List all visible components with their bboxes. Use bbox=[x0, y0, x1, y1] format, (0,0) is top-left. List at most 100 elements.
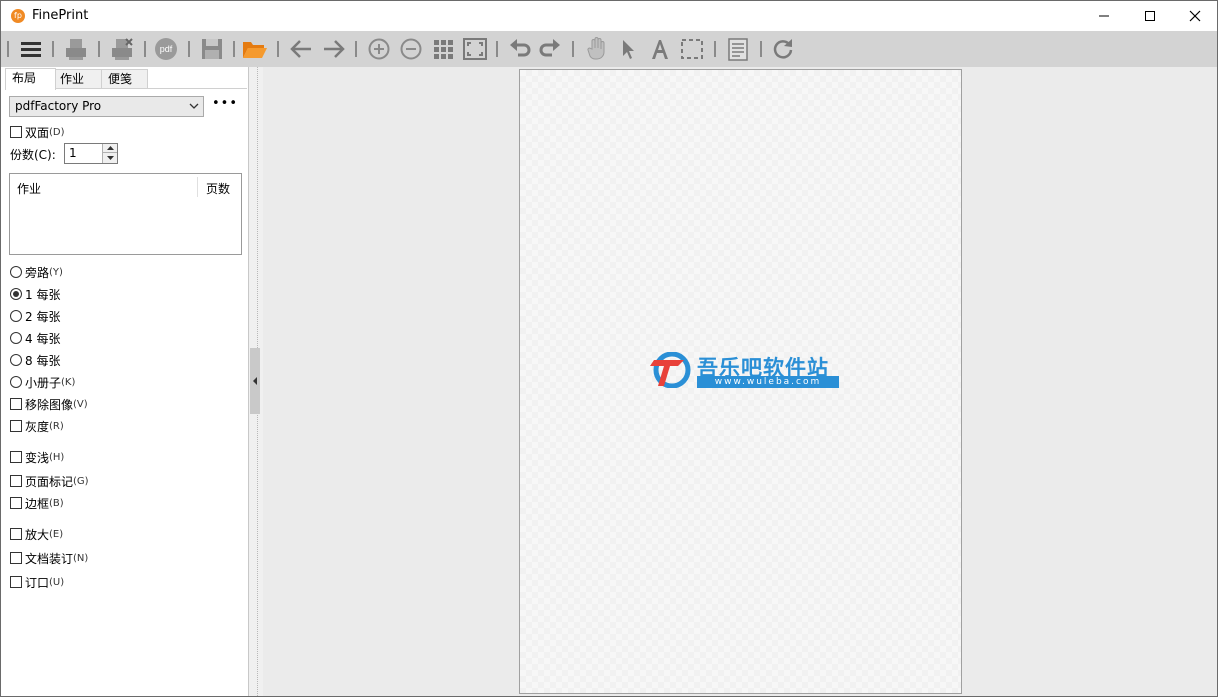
copies-value[interactable]: 1 bbox=[69, 146, 77, 160]
duplex-checkbox[interactable]: 双面 (D) bbox=[10, 124, 65, 140]
printer-more-button[interactable]: ••• bbox=[212, 97, 237, 115]
menu-button[interactable] bbox=[17, 35, 45, 63]
radio-2-up-dot[interactable] bbox=[10, 310, 22, 322]
checkbox-lighten-box[interactable] bbox=[10, 451, 22, 463]
radio-8-up-dot[interactable] bbox=[10, 354, 22, 366]
select-rect-button[interactable] bbox=[678, 35, 706, 63]
job-list-header-job[interactable]: 作业 bbox=[17, 180, 41, 197]
preview-area[interactable]: 吾乐吧软件站 www.wuleba.com bbox=[263, 67, 1217, 696]
open-button[interactable] bbox=[241, 35, 269, 63]
checkbox-remove-images[interactable]: 移除图像 (V) bbox=[10, 396, 88, 412]
radio-4-up-dot[interactable] bbox=[10, 332, 22, 344]
toolbar: pdf bbox=[1, 31, 1217, 67]
close-button[interactable] bbox=[1172, 1, 1218, 31]
checkbox-enlarge-shortcut: (E) bbox=[49, 528, 64, 540]
checkbox-borders-box[interactable] bbox=[10, 497, 22, 509]
checkbox-enlarge[interactable]: 放大 (E) bbox=[10, 526, 63, 542]
checkbox-page-marks-box[interactable] bbox=[10, 475, 22, 487]
letterhead-button[interactable] bbox=[724, 35, 752, 63]
print-button[interactable] bbox=[62, 35, 90, 63]
copies-increment-button[interactable] bbox=[102, 144, 117, 153]
checkbox-remove-images-box[interactable] bbox=[10, 398, 22, 410]
save-button[interactable] bbox=[198, 35, 226, 63]
checkbox-binding[interactable]: 文档装订 (N) bbox=[10, 550, 88, 566]
hand-tool-button[interactable] bbox=[583, 35, 611, 63]
checkbox-binding-box[interactable] bbox=[10, 552, 22, 564]
previous-page-button[interactable] bbox=[287, 35, 315, 63]
job-list[interactable]: 作业 页数 bbox=[9, 173, 242, 255]
radio-4-up[interactable]: 4 每张 bbox=[10, 330, 60, 346]
thumbnails-icon bbox=[434, 40, 453, 59]
checkbox-grayscale[interactable]: 灰度 (R) bbox=[10, 418, 64, 434]
fit-page-button[interactable] bbox=[461, 35, 489, 63]
radio-1-up[interactable]: 1 每张 bbox=[10, 286, 60, 302]
watermark-logo-icon bbox=[650, 352, 691, 388]
toolbar-separator bbox=[144, 41, 146, 57]
toolbar-separator bbox=[496, 41, 498, 57]
job-list-header-pages[interactable]: 页数 bbox=[206, 180, 230, 197]
toolbar-separator bbox=[714, 41, 716, 57]
toolbar-separator bbox=[188, 41, 190, 57]
checkbox-gutter[interactable]: 订口 (U) bbox=[10, 574, 64, 590]
close-icon bbox=[1189, 10, 1201, 22]
copies-stepper[interactable]: 1 bbox=[64, 143, 118, 164]
undo-button[interactable] bbox=[506, 35, 534, 63]
checkbox-gutter-label: 订口 bbox=[25, 575, 50, 590]
next-page-button[interactable] bbox=[320, 35, 348, 63]
checkbox-lighten[interactable]: 变浅 (H) bbox=[10, 449, 64, 465]
checkbox-remove-images-label: 移除图像 bbox=[25, 397, 74, 412]
duplex-shortcut: (D) bbox=[49, 126, 65, 138]
text-tool-button[interactable] bbox=[646, 35, 674, 63]
refresh-button[interactable] bbox=[769, 35, 797, 63]
tab-notes[interactable]: 便笺 bbox=[101, 69, 148, 89]
select-tool-button[interactable] bbox=[614, 35, 642, 63]
watermark-url: www.wuleba.com bbox=[697, 376, 839, 388]
fineprint-window: fp FinePrint pdf 布局 作业 便笺 pdfFactory Pro… bbox=[0, 0, 1218, 697]
pdf-button[interactable]: pdf bbox=[152, 35, 180, 63]
thumbnails-button[interactable] bbox=[429, 35, 457, 63]
radio-4-up-label: 4 每张 bbox=[25, 331, 61, 346]
checkbox-enlarge-box[interactable] bbox=[10, 528, 22, 540]
collapse-left-icon bbox=[253, 377, 257, 385]
radio-1-up-label: 1 每张 bbox=[25, 287, 61, 302]
radio-bypass-shortcut: (Y) bbox=[49, 266, 63, 278]
menu-icon bbox=[21, 42, 41, 57]
checkbox-grayscale-label: 灰度 bbox=[25, 419, 50, 434]
duplex-checkbox-box[interactable] bbox=[10, 126, 22, 138]
checkbox-page-marks[interactable]: 页面标记 (G) bbox=[10, 473, 89, 489]
radio-booklet-dot[interactable] bbox=[10, 376, 22, 388]
tab-layout[interactable]: 布局 bbox=[5, 68, 56, 90]
toolbar-separator bbox=[52, 41, 54, 57]
radio-2-up[interactable]: 2 每张 bbox=[10, 308, 60, 324]
zoom-in-icon bbox=[368, 38, 390, 60]
maximize-button[interactable] bbox=[1127, 1, 1173, 31]
radio-1-up-dot[interactable] bbox=[10, 288, 22, 300]
checkbox-lighten-shortcut: (H) bbox=[49, 451, 65, 463]
radio-bypass-dot[interactable] bbox=[10, 266, 22, 278]
print-icon bbox=[66, 39, 86, 60]
toolbar-separator bbox=[7, 41, 9, 57]
sidebar: 布局 作业 便笺 pdfFactory Pro ••• 双面 (D) 份数(C):… bbox=[1, 67, 249, 696]
preview-page[interactable]: 吾乐吧软件站 www.wuleba.com bbox=[519, 69, 962, 694]
checkbox-borders[interactable]: 边框 (B) bbox=[10, 495, 64, 511]
radio-8-up[interactable]: 8 每张 bbox=[10, 352, 60, 368]
checkbox-borders-shortcut: (B) bbox=[49, 497, 64, 509]
panel-splitter-handle[interactable] bbox=[250, 348, 260, 414]
checkbox-grayscale-box[interactable] bbox=[10, 420, 22, 432]
zoom-out-button[interactable] bbox=[397, 35, 425, 63]
hand-icon bbox=[587, 37, 605, 60]
radio-bypass[interactable]: 旁路 (Y) bbox=[10, 264, 63, 280]
minimize-button[interactable] bbox=[1081, 1, 1127, 31]
radio-booklet[interactable]: 小册子 (K) bbox=[10, 374, 75, 390]
select-rect-icon bbox=[681, 39, 703, 59]
save-icon bbox=[202, 39, 222, 59]
zoom-in-button[interactable] bbox=[365, 35, 393, 63]
watermark: 吾乐吧软件站 www.wuleba.com bbox=[648, 350, 848, 392]
copies-decrement-button[interactable] bbox=[102, 153, 117, 163]
checkbox-gutter-box[interactable] bbox=[10, 576, 22, 588]
printer-select[interactable]: pdfFactory Pro bbox=[9, 96, 204, 117]
tab-jobs[interactable]: 作业 bbox=[53, 69, 102, 89]
print-and-delete-button[interactable] bbox=[108, 35, 136, 63]
checkbox-binding-label: 文档装订 bbox=[25, 551, 74, 566]
redo-button[interactable] bbox=[536, 35, 564, 63]
